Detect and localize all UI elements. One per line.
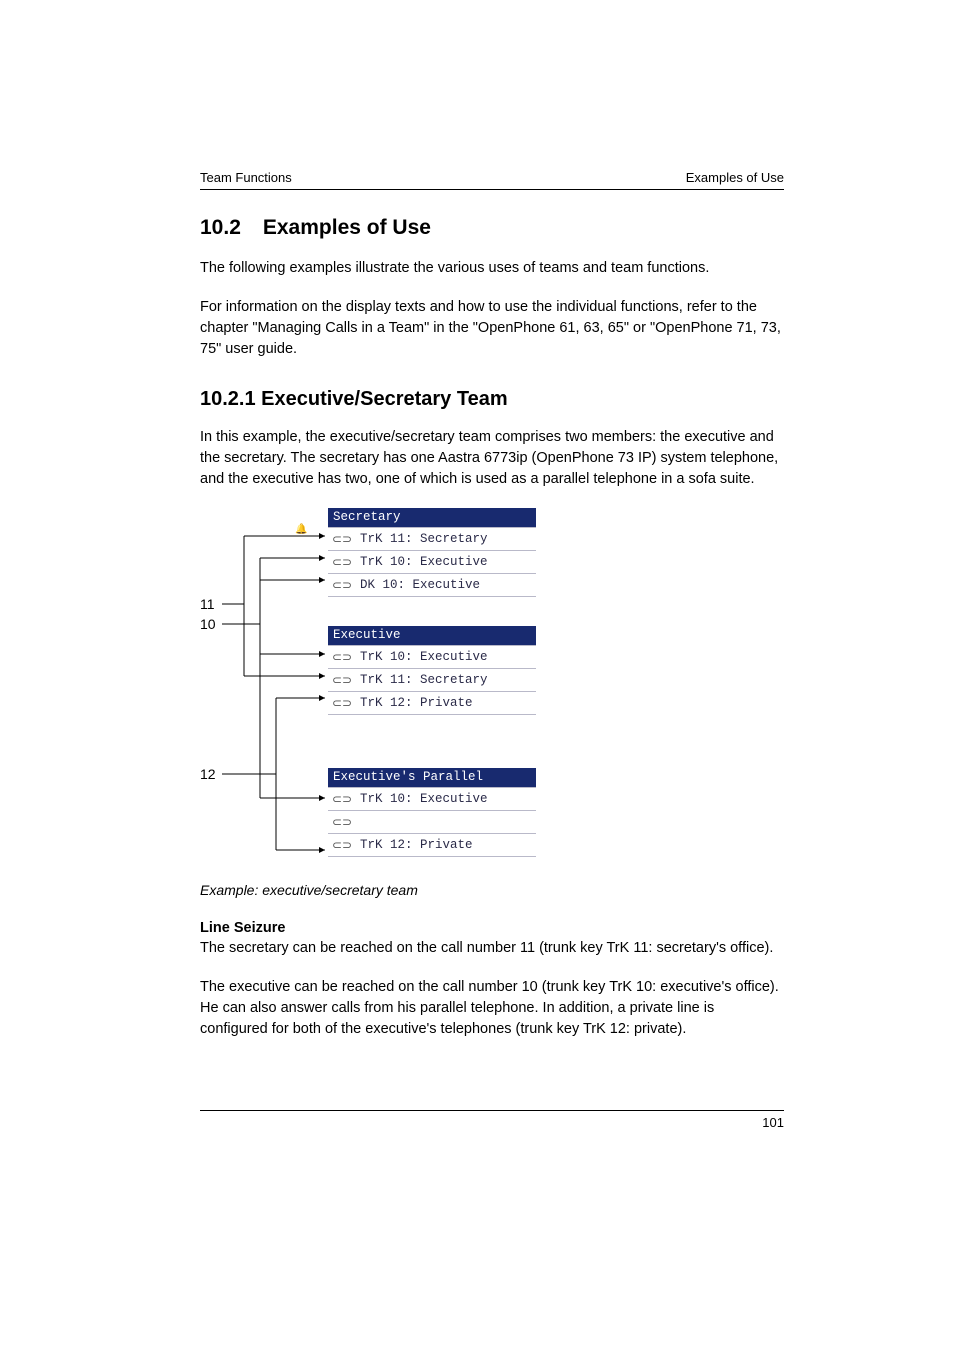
key-label: TrK 11: Secretary	[360, 673, 488, 687]
key-icon: ⊂⊃	[328, 815, 356, 829]
key-label: TrK 11: Secretary	[360, 532, 488, 546]
key-row: ⊂⊃ TrK 10: Executive	[328, 787, 536, 810]
phone-card-parallel: Executive's Parallel ⊂⊃ TrK 10: Executive…	[328, 768, 536, 857]
running-header: Team Functions Examples of Use	[200, 170, 784, 185]
key-row: ⊂⊃ TrK 12: Private	[328, 691, 536, 715]
key-row: ⊂⊃ DK 10: Executive	[328, 573, 536, 597]
key-row: ⊂⊃ TrK 10: Executive	[328, 550, 536, 573]
key-icon: ⊂⊃	[328, 555, 356, 569]
diagram-label: 12	[200, 766, 216, 782]
phone-card-executive: Executive ⊂⊃ TrK 10: Executive ⊂⊃ TrK 11: …	[328, 626, 536, 715]
key-label: TrK 10: Executive	[360, 555, 488, 569]
subsection-heading: 10.2.1 Executive/Secretary Team	[200, 388, 784, 411]
page-footer: 101	[200, 1110, 784, 1130]
paragraph: The executive can be reached on the call…	[200, 977, 784, 1040]
key-row: ⊂⊃ TrK 10: Executive	[328, 645, 536, 668]
key-label: TrK 10: Executive	[360, 792, 488, 806]
key-icon: ⊂⊃	[328, 838, 356, 852]
card-title: Executive's Parallel	[328, 768, 536, 787]
page-number: 101	[200, 1115, 784, 1130]
card-title: Secretary	[328, 508, 536, 527]
diagram-label: 11	[200, 596, 215, 612]
key-icon: ⊂⊃	[328, 673, 356, 687]
paragraph: For information on the display texts and…	[200, 297, 784, 360]
section-title: Examples of Use	[263, 216, 431, 239]
key-label: TrK 12: Private	[360, 838, 473, 852]
key-label: TrK 12: Private	[360, 696, 473, 710]
bell-icon: 🔔	[295, 523, 307, 535]
key-row: ⊂⊃	[328, 810, 536, 833]
key-icon: ⊂⊃	[328, 696, 356, 710]
header-right: Examples of Use	[686, 170, 784, 185]
key-icon: ⊂⊃	[328, 792, 356, 806]
key-label: TrK 10: Executive	[360, 650, 488, 664]
key-label: DK 10: Executive	[360, 578, 480, 592]
run-in-heading: Line Seizure	[200, 920, 784, 936]
key-row: ⊂⊃ TrK 11: Secretary	[328, 527, 536, 550]
figure-caption: Example: executive/secretary team	[200, 882, 784, 898]
header-left: Team Functions	[200, 170, 292, 185]
key-row: ⊂⊃ TrK 11: Secretary	[328, 668, 536, 691]
card-title: Executive	[328, 626, 536, 645]
key-icon: ⊂⊃	[328, 650, 356, 664]
team-diagram: 🔔 11 10 12 Secretary ⊂⊃ TrK 11: Secretary…	[200, 508, 560, 876]
paragraph: The following examples illustrate the va…	[200, 258, 784, 279]
key-icon: ⊂⊃	[328, 532, 356, 546]
section-number: 10.2	[200, 216, 241, 240]
page-content: Team Functions Examples of Use 10.2 Examp…	[0, 0, 954, 1190]
paragraph: In this example, the executive/secretary…	[200, 427, 784, 490]
key-row: ⊂⊃ TrK 12: Private	[328, 833, 536, 857]
footer-rule	[200, 1110, 784, 1111]
section-heading: 10.2 Examples of Use	[200, 216, 784, 240]
phone-card-secretary: Secretary ⊂⊃ TrK 11: Secretary ⊂⊃ TrK 10: …	[328, 508, 536, 597]
header-rule	[200, 189, 784, 190]
paragraph: The secretary can be reached on the call…	[200, 938, 784, 959]
diagram-label: 10	[200, 616, 216, 632]
key-icon: ⊂⊃	[328, 578, 356, 592]
